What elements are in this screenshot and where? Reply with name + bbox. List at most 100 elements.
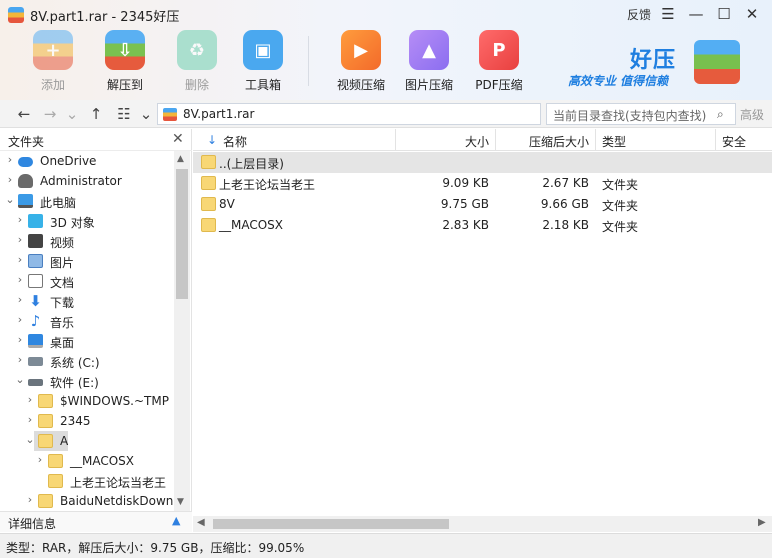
tree-node-label: 此电脑 [40,196,77,210]
tree-node[interactable]: › 桌面 [0,331,174,351]
folder-tree-scrollbar[interactable]: ▲ ▼ [174,151,190,511]
chevron-right-icon[interactable]: › [14,233,26,246]
scroll-right-icon[interactable]: ▶ [758,517,766,528]
search-input[interactable]: 当前目录查找(支持包内查找) ⌕ [546,103,736,125]
chevron-up-icon[interactable]: ▲ [172,514,180,527]
tree-node[interactable]: › 视频 [0,231,174,251]
tree-node[interactable]: › 3D 对象 [0,211,174,231]
view-list-icon: ☷ [117,105,131,123]
up-button[interactable]: ↑ [86,104,106,124]
toolbar-button-5[interactable]: ▲ 图片压缩 [398,30,460,93]
toolbar-button-3[interactable]: ▣ 工具箱 [232,30,294,93]
tree-node-label: 上老王论坛当老王 [70,476,167,490]
chevron-down-icon[interactable]: ⌄ [14,373,26,386]
scroll-down-icon[interactable]: ▼ [177,497,184,507]
chevron-right-icon[interactable]: › [14,353,26,366]
table-row[interactable]: 上老王论坛当老王 9.09 KB 2.67 KB 文件夹 [193,173,772,194]
tree-node[interactable]: › Administrator [0,171,174,191]
file-list-hscrollbar[interactable]: ◀ ▶ [193,516,772,532]
view-mode-button[interactable]: ☷ [114,104,134,124]
chevron-right-icon[interactable]: › [4,153,16,166]
toolbar-button-0[interactable]: + 添加 [22,30,84,93]
minimize-button[interactable]: — [684,2,708,26]
tree-node[interactable]: › $WINDOWS.~TMP [0,391,174,411]
table-row[interactable]: ..(上层目录) [193,152,772,173]
tree-node[interactable]: 上老王论坛当老王 [0,471,174,491]
column-type[interactable]: 类型 [596,129,716,151]
column-size[interactable]: 大小 [396,129,496,151]
scrollbar-thumb[interactable] [176,169,188,299]
tree-node[interactable]: › 图片 [0,251,174,271]
chevron-down-icon[interactable]: ⌄ [4,193,16,206]
advanced-search-button[interactable]: 高级 [740,106,764,123]
detail-info-bar[interactable]: 详细信息 ▲ [0,511,192,532]
tree-node[interactable]: › 2345 [0,411,174,431]
column-name[interactable]: ↓ 名称 [193,129,396,151]
column-type-label: 类型 [602,135,627,149]
scroll-up-icon[interactable]: ▲ [177,154,184,164]
tree-node[interactable]: › 文档 [0,271,174,291]
close-button[interactable]: ✕ [740,2,764,26]
address-path: 8V.part1.rar [183,107,255,121]
back-button[interactable]: ← [14,104,34,124]
chevron-right-icon[interactable]: › [24,493,36,506]
chevron-right-icon[interactable]: › [34,453,46,466]
tree-node[interactable]: ⌄ 软件 (E:) [0,371,174,391]
column-packed-size[interactable]: 压缩后大小 [496,129,596,151]
tree-node[interactable]: › 系统 (C:) [0,351,174,371]
tree-node-label: 软件 (E:) [50,376,99,390]
cube-icon [28,214,43,228]
menu-button[interactable]: ☰ [656,2,680,26]
detail-info-label: 详细信息 [8,517,57,531]
toolbar-button-4[interactable]: ▶ 视频压缩 [330,30,392,93]
toolbar-button-1[interactable]: ⇩ 解压到 [94,30,156,93]
tree-node[interactable]: › __MACOSX [0,451,174,471]
view-mode-dropdown[interactable]: ⌄ [136,104,156,124]
column-security[interactable]: 安全 [716,129,772,151]
table-row[interactable]: __MACOSX 2.83 KB 2.18 KB 文件夹 [193,215,772,236]
tree-node-label: 3D 对象 [50,216,95,230]
tree-node-label: $WINDOWS.~TMP [60,394,169,408]
chevron-right-icon[interactable]: › [14,313,26,326]
down-icon: ⬇ [29,292,42,310]
chevron-right-icon[interactable]: › [24,413,36,426]
chevron-right-icon[interactable]: › [14,213,26,226]
toolbar-button-label: 视频压缩 [336,78,385,92]
tree-node[interactable]: ⌄ 此电脑 [0,191,174,211]
forward-button[interactable]: → [40,104,60,124]
chevron-right-icon[interactable]: › [14,333,26,346]
tree-node[interactable]: › ⬇ 下载 [0,291,174,311]
scroll-left-icon[interactable]: ◀ [197,517,205,528]
close-icon[interactable]: ✕ [172,131,184,147]
toolbar-button-2[interactable]: ♻ 删除 [166,30,228,93]
archive-extract-icon: ⇩ [105,30,145,70]
history-dropdown[interactable]: ⌄ [62,104,82,124]
menu-icon: ☰ [661,5,675,23]
window-title: 8V.part1.rar - 2345好压 [30,10,180,25]
search-icon[interactable]: ⌕ [717,107,724,122]
tree-node[interactable]: › ♪ 音乐 [0,311,174,331]
maximize-button[interactable]: ☐ [712,2,736,26]
chevron-right-icon[interactable]: › [24,393,36,406]
drive2-icon [28,379,43,386]
hscrollbar-thumb[interactable] [213,519,449,529]
tree-node[interactable]: › BaiduNetdiskDownl [0,491,174,511]
chevron-right-icon[interactable]: › [4,173,16,186]
table-row[interactable]: 8V 9.75 GB 9.66 GB 文件夹 [193,194,772,215]
pc-icon [18,194,33,208]
chevron-right-icon[interactable]: › [14,273,26,286]
tree-node[interactable]: ⌄ A [25,431,68,451]
chevron-right-icon[interactable]: › [14,293,26,306]
feedback-link[interactable]: 反馈 [627,6,651,23]
desk-icon [28,334,43,348]
toolbar-glyph: ♻ [188,39,206,61]
tree-node[interactable]: › OneDrive [0,151,174,171]
file-packed-size: 9.66 GB [540,197,589,211]
toolbar-separator [308,36,309,86]
chevron-down-icon[interactable]: ⌄ [24,433,36,446]
folder-icon [201,218,216,232]
toolbar-button-6[interactable]: P PDF压缩 [468,30,530,93]
toolbar-button-label: 添加 [40,78,65,92]
chevron-right-icon[interactable]: › [14,253,26,266]
address-field[interactable]: 8V.part1.rar [157,103,541,125]
